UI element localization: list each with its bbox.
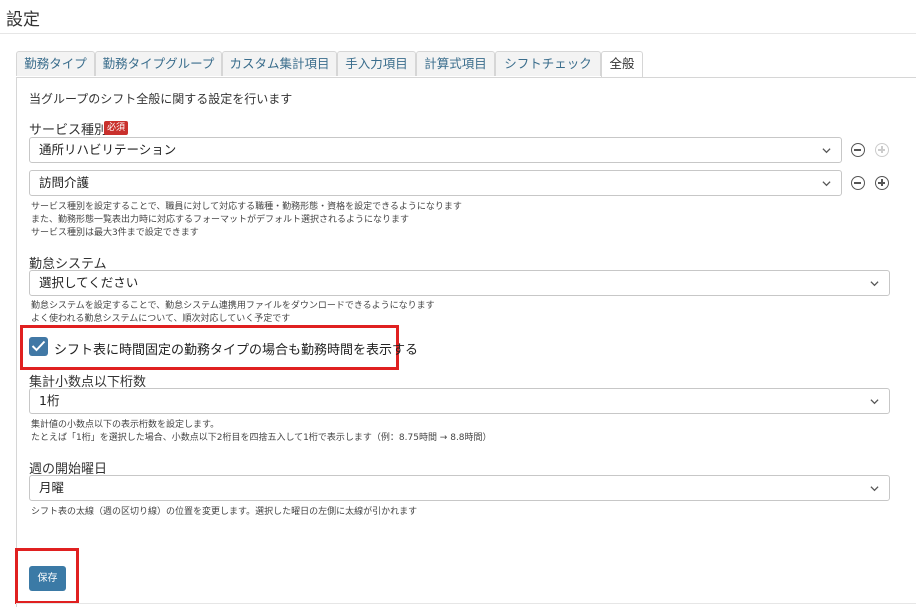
chevron-down-icon <box>870 281 879 287</box>
tab-manual-input[interactable]: 手入力項目 <box>337 51 416 76</box>
service-type-label: サービス種別 <box>29 123 108 138</box>
show-work-time-label[interactable]: シフト表に時間固定の勤務タイプの場合も勤務時間を表示する <box>54 339 418 358</box>
chevron-down-icon <box>870 399 879 405</box>
tab-formula[interactable]: 計算式項目 <box>416 51 495 76</box>
chevron-down-icon <box>822 181 831 187</box>
remove-service-icon[interactable] <box>851 176 865 190</box>
week-start-select[interactable]: 月曜 <box>29 475 890 501</box>
service-type-note-3: サービス種別は最大3件まで設定できます <box>31 228 199 238</box>
decimal-places-select[interactable]: 1桁 <box>29 388 890 414</box>
show-work-time-checkbox[interactable] <box>29 337 48 356</box>
decimal-places-note-1: 集計値の小数点以下の表示桁数を設定します。 <box>31 420 220 430</box>
service-type-note-2: また、勤務形態一覧表出力時に対応するフォーマットがデフォルト選択されるようになり… <box>31 215 410 225</box>
service-type-note-1: サービス種別を設定することで、職員に対して対応する職種・勤務形態・資格を設定でき… <box>31 202 462 212</box>
decimal-places-value: 1桁 <box>39 393 60 408</box>
chevron-down-icon <box>870 486 879 492</box>
checkmark-icon <box>31 340 46 352</box>
chevron-down-icon <box>822 148 831 154</box>
bottom-divider <box>16 603 916 604</box>
service-type-select-2[interactable]: 訪問介護 <box>29 170 842 196</box>
attendance-system-note-1: 勤怠システムを設定することで、勤怠システム連携用ファイルをダウンロードできるよう… <box>31 301 435 311</box>
save-button[interactable]: 保存 <box>29 566 66 591</box>
required-badge: 必須 <box>104 121 129 135</box>
tab-general[interactable]: 全般 <box>601 51 643 78</box>
panel-description: 当グループのシフト全般に関する設定を行います <box>29 92 293 106</box>
attendance-system-note-2: よく使われる勤怠システムについて、順次対応していく予定です <box>31 314 291 324</box>
attendance-system-value: 選択してください <box>39 275 139 290</box>
remove-service-icon[interactable] <box>851 143 865 157</box>
week-start-note: シフト表の太線（週の区切り線）の位置を変更します。選択した曜日の左側に太線が引か… <box>31 507 418 517</box>
page-title: 設定 <box>6 10 40 30</box>
add-service-icon[interactable] <box>875 176 889 190</box>
tab-work-type[interactable]: 勤務タイプ <box>16 51 95 76</box>
attendance-system-select[interactable]: 選択してください <box>29 270 890 296</box>
service-type-select-1-value: 通所リハビリテーション <box>39 142 177 157</box>
service-type-select-1[interactable]: 通所リハビリテーション <box>29 137 842 163</box>
week-start-value: 月曜 <box>39 480 65 495</box>
title-divider <box>0 33 916 34</box>
tab-work-type-group[interactable]: 勤務タイプグループ <box>95 51 222 76</box>
service-type-select-2-value: 訪問介護 <box>39 175 90 190</box>
tab-custom-aggregate[interactable]: カスタム集計項目 <box>222 51 337 76</box>
tab-shift-check[interactable]: シフトチェック <box>495 51 601 76</box>
add-service-icon <box>875 143 889 157</box>
decimal-places-note-2: たとえば「1桁」を選択した場合、小数点以下2桁目を四捨五入して1桁で表示します（… <box>31 433 492 443</box>
